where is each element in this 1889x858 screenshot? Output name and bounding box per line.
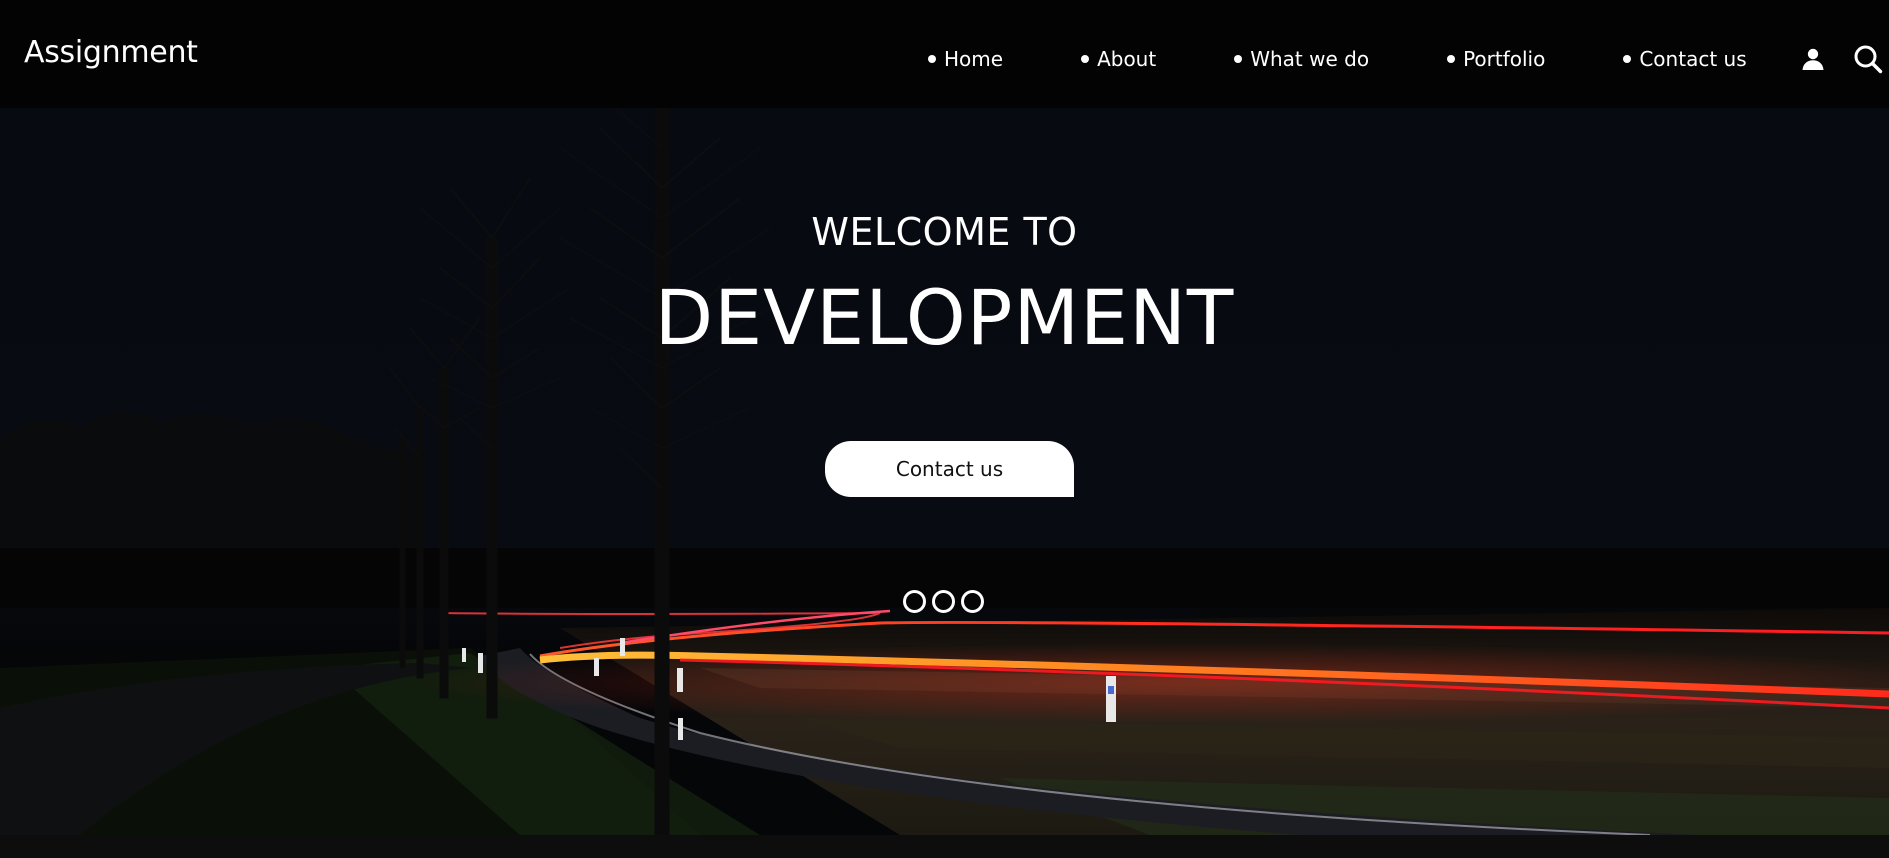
bullet-icon xyxy=(1234,55,1243,63)
main-nav: Home About What we do Portfolio Contact … xyxy=(928,47,1747,71)
slider-indicators xyxy=(903,590,984,613)
slide-dot-2[interactable] xyxy=(932,590,955,613)
site-header: Assignment Home About What we do Portfol… xyxy=(0,0,1889,108)
search-icon[interactable] xyxy=(1853,44,1883,74)
slide-dot-1[interactable] xyxy=(903,590,926,613)
hero-banner: WELCOME TO DEVELOPMENT Contact us xyxy=(0,108,1889,835)
brand-logo[interactable]: Assignment xyxy=(24,38,198,68)
nav-item-label: What we do xyxy=(1250,47,1370,71)
nav-item-label: Portfolio xyxy=(1463,47,1546,71)
hero-welcome-text: WELCOME TO xyxy=(811,210,1078,254)
nav-item-portfolio[interactable]: Portfolio xyxy=(1447,49,1545,69)
bullet-icon xyxy=(1081,55,1090,63)
nav-item-label: Contact us xyxy=(1639,47,1747,71)
nav-item-about[interactable]: About xyxy=(1081,49,1156,69)
nav-item-label: Home xyxy=(944,47,1004,71)
page-bottom-strip xyxy=(0,835,1889,858)
bullet-icon xyxy=(1623,55,1632,63)
slide-dot-3[interactable] xyxy=(961,590,984,613)
hero-headline: DEVELOPMENT xyxy=(654,273,1235,362)
nav-item-what-we-do[interactable]: What we do xyxy=(1234,49,1369,69)
user-icon[interactable] xyxy=(1801,47,1825,71)
bullet-icon xyxy=(928,55,936,63)
nav-item-label: About xyxy=(1097,47,1157,71)
nav-item-contact-us[interactable]: Contact us xyxy=(1623,47,1747,71)
bullet-icon xyxy=(1447,55,1456,63)
nav-item-home[interactable]: Home xyxy=(928,49,1003,69)
contact-us-button[interactable]: Contact us xyxy=(825,441,1074,497)
